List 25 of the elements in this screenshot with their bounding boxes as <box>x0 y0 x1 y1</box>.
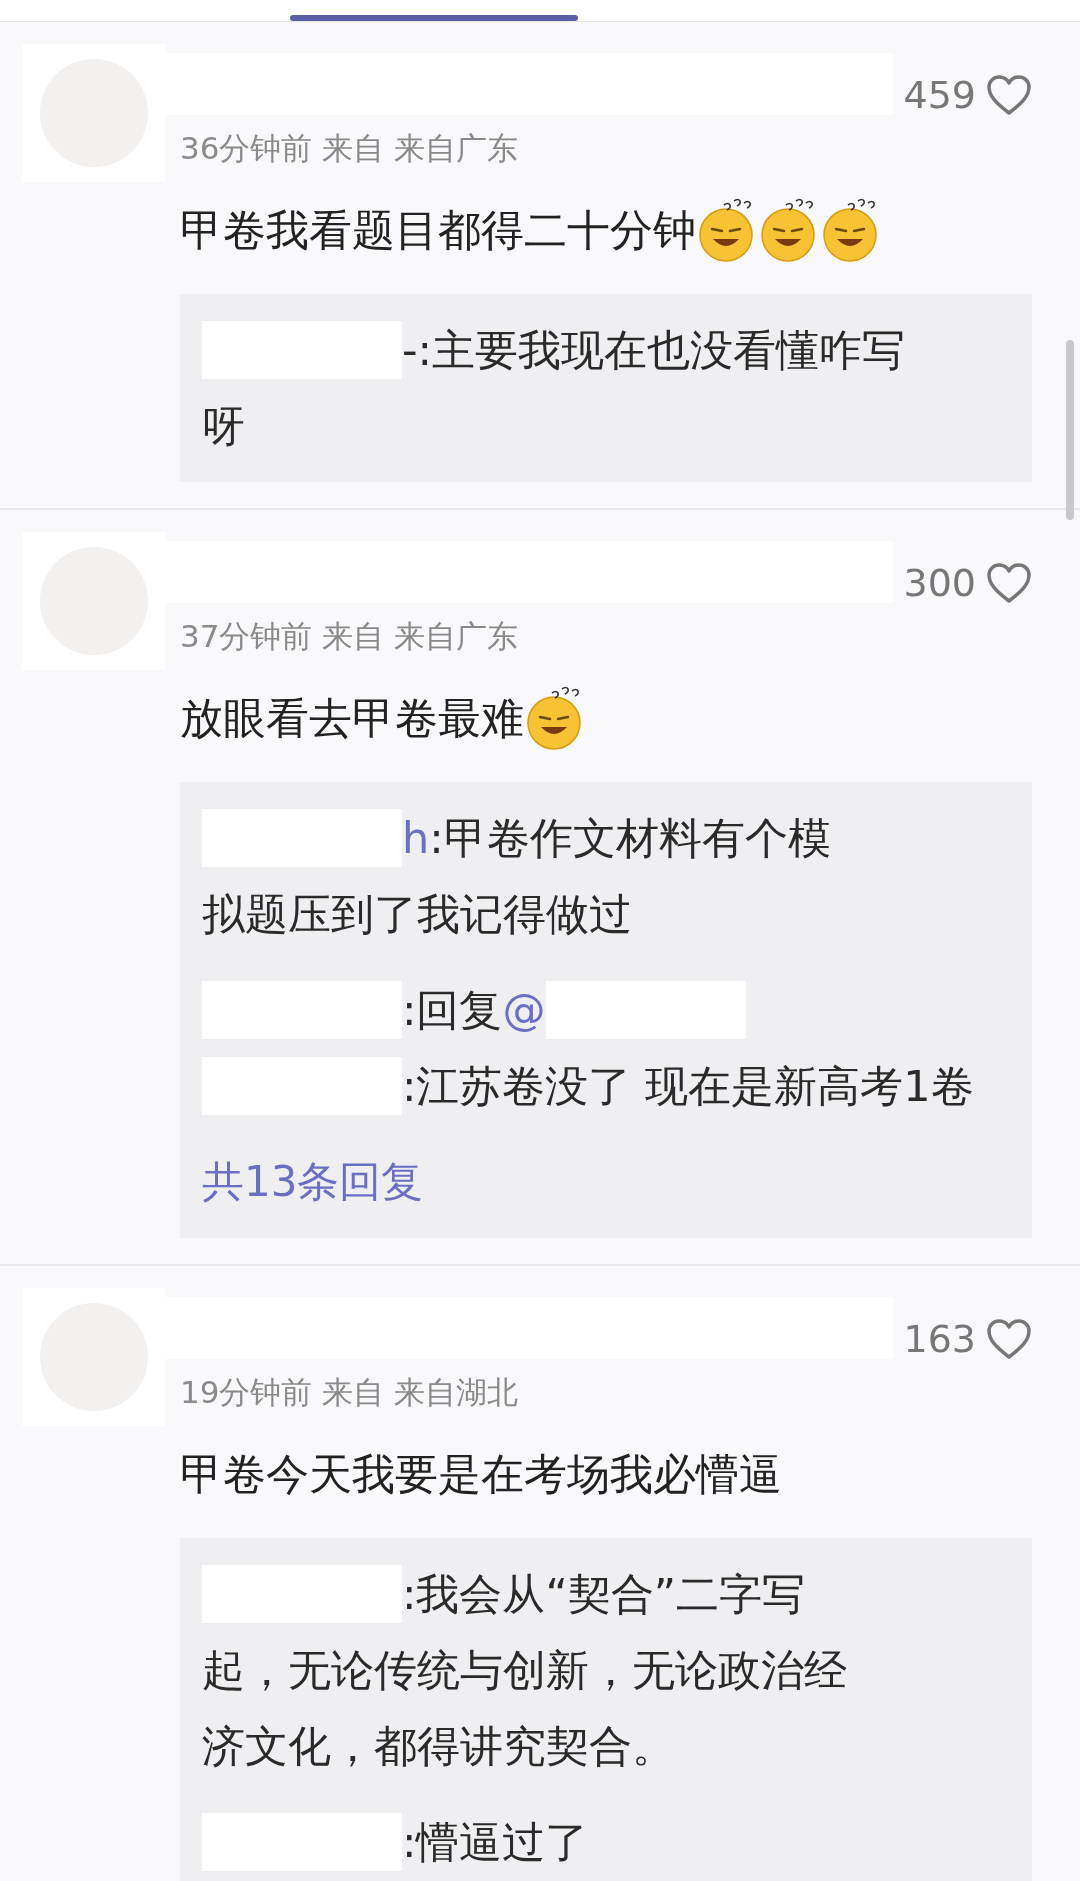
heart-icon[interactable] <box>986 74 1032 116</box>
like-count: 163 <box>903 1315 976 1363</box>
reply-text: :我会从“契合”二字写 <box>402 1567 806 1621</box>
more-replies-link[interactable]: 共13条回复 <box>202 1157 424 1206</box>
comment-meta: 36分钟前 来自 来自广东 <box>180 129 520 168</box>
comment-text: 甲卷今天我要是在考场我必懵逼 <box>180 1448 782 1501</box>
reply-text: 起，无论传统与创新，无论政治经 <box>202 1643 847 1697</box>
heart-icon[interactable] <box>986 1318 1032 1360</box>
heart-icon[interactable] <box>986 562 1032 604</box>
reply-text: 拟题压到了我记得做过 <box>202 887 632 941</box>
comment-text: 放眼看去甲卷最难 <box>180 692 524 745</box>
username-link[interactable]: h <box>402 805 430 871</box>
username-link[interactable]: @ <box>502 977 546 1043</box>
like-count: 300 <box>903 559 976 607</box>
reply-text: 济文化，都得讲究契合。 <box>202 1719 675 1773</box>
comment-meta: 37分钟前 来自 来自广东 <box>180 617 520 656</box>
reply-text: :懵逼过了 <box>402 1815 589 1869</box>
comment-text: 甲卷我看题目都得二十分钟 <box>180 204 696 257</box>
like-count: 459 <box>903 71 976 119</box>
reply-text: :江苏卷没了 现在是新高考1卷 <box>402 1059 974 1113</box>
reply-text: :回复 <box>402 983 503 1037</box>
reply-text: 呀 <box>202 399 245 453</box>
reply-text: :甲卷作文材料有个模 <box>429 811 831 865</box>
reply-text: -:主要我现在也没看懂咋写 <box>402 323 905 377</box>
comment-meta: 19分钟前 来自 来自湖北 <box>180 1373 520 1412</box>
